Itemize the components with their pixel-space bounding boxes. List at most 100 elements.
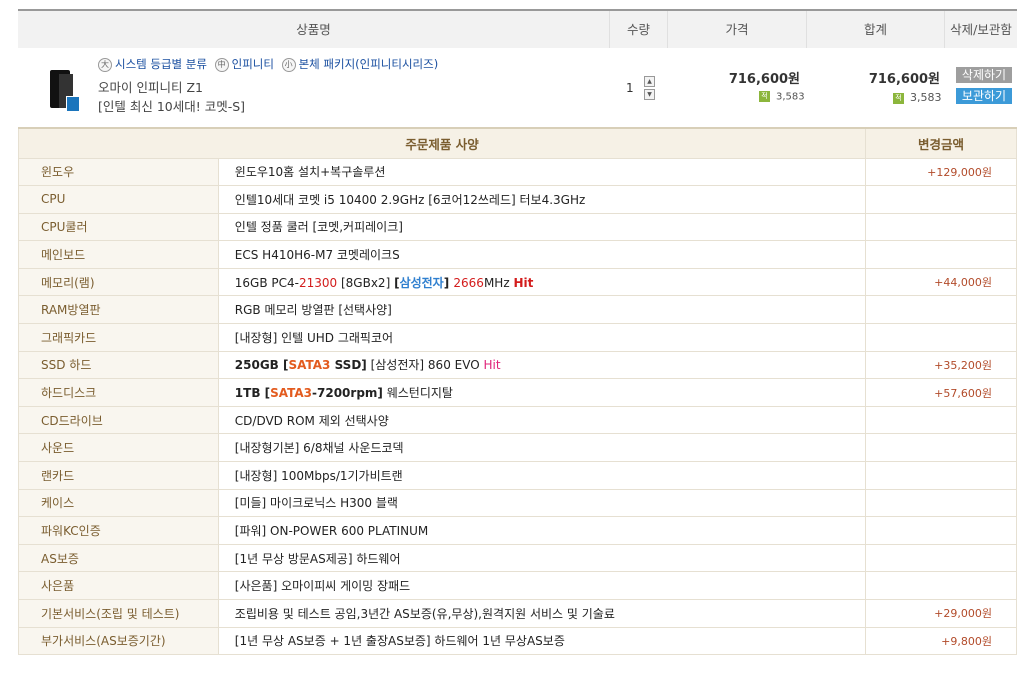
spec-label: 랜카드 bbox=[18, 461, 219, 490]
small-category-icon: 小 bbox=[281, 57, 296, 72]
quantity-value: 1 bbox=[626, 81, 634, 95]
delete-button[interactable]: 삭제하기 bbox=[956, 67, 1012, 83]
spec-row: 사운드 [내장형기본] 6/8채널 사운드코덱 bbox=[18, 433, 1017, 463]
spec-value: [사은품] 오마이피씨 게이밍 장패드 bbox=[217, 571, 867, 600]
spec-change-amount: +29,000원 bbox=[865, 599, 1017, 628]
save-to-wishlist-button[interactable]: 보관하기 bbox=[956, 88, 1012, 104]
spec-change-amount bbox=[865, 323, 1017, 352]
spec-value: 조립비용 및 테스트 공임,3년간 AS보증(유,무상),원격지원 서비스 및 … bbox=[217, 599, 867, 628]
spec-label: 파워KC인증 bbox=[18, 516, 219, 545]
spec-row: CPU 인텔10세대 코멧 i5 10400 2.9GHz [6코어12쓰레드] … bbox=[18, 185, 1017, 214]
spec-table-body: 윈도우 윈도우10홈 설치+복구솔루션 +129,000원 CPU 인텔10세대 코멧 … bbox=[18, 157, 1017, 656]
spec-value: [미들] 마이크로닉스 H300 블랙 bbox=[217, 488, 867, 518]
spec-value-part: -7200rpm] bbox=[312, 386, 383, 401]
spec-row: AS보증 [1년 무상 방문AS제공] 하드웨어 bbox=[18, 543, 1017, 573]
total-points-value: 3,583 bbox=[910, 91, 942, 104]
spec-change-amount: +129,000원 bbox=[865, 157, 1017, 187]
spec-value-part: 16GB PC4- bbox=[234, 275, 299, 290]
total-points: 적 3,583 bbox=[893, 91, 942, 104]
spec-value: 인텔 정품 쿨러 [코멧,커피레이크] bbox=[217, 212, 867, 242]
spec-row: 사은품 [사은품] 오마이피씨 게이밍 장패드 bbox=[18, 571, 1017, 600]
cart-header: 상품명 수량 가격 합계 삭제/보관함 bbox=[18, 9, 1017, 48]
category-link-infinity[interactable]: 인피니티 bbox=[232, 57, 274, 71]
spec-value-part: 삼성전자 bbox=[399, 275, 444, 290]
quantity-stepper[interactable]: ▲ ▼ bbox=[644, 76, 655, 102]
spec-value: [내장형] 100Mbps/1기가비트랜 bbox=[217, 461, 867, 490]
spec-row: 기본서비스(조립 및 테스트) 조립비용 및 테스트 공임,3년간 AS보증(유,… bbox=[18, 599, 1017, 628]
spec-label: 사은품 bbox=[18, 571, 219, 600]
spec-label: CPU bbox=[18, 185, 219, 214]
cart-product-row: 大 시스템 등급별 분류 中 인피니티 小 본체 패키지(인피니티시리즈) 오마이 인… bbox=[18, 48, 1017, 125]
spec-label: AS보증 bbox=[18, 543, 219, 573]
spec-row: 윈도우 윈도우10홈 설치+복구솔루션 +129,000원 bbox=[18, 157, 1017, 187]
spec-table-header: 주문제품 사양 변경금액 bbox=[17, 127, 1017, 159]
quantity-down-icon[interactable]: ▼ bbox=[644, 89, 655, 100]
spec-row: 랜카드 [내장형] 100Mbps/1기가비트랜 bbox=[18, 461, 1017, 490]
spec-label: SSD 하드 bbox=[18, 350, 219, 380]
spec-label: 메모리(램) bbox=[18, 267, 219, 297]
spec-value: [1년 무상 AS보증 + 1년 출장AS보증] 하드웨어 1년 무상AS보증 bbox=[217, 626, 867, 656]
header-quantity: 수량 bbox=[610, 11, 668, 48]
spec-change-amount bbox=[865, 461, 1017, 490]
spec-row: 메인보드 ECS H410H6-M7 코멧레이크S bbox=[18, 240, 1017, 269]
points-icon: 적 bbox=[759, 91, 770, 102]
spec-row: 하드디스크 1TB [SATA3-7200rpm] 웨스턴디지탈 +57,600원 bbox=[18, 378, 1017, 407]
price-points-value: 3,583 bbox=[776, 91, 805, 103]
spec-value: 16GB PC4-21300 [8GBx2] [삼성전자] 2666MHz Hi… bbox=[217, 267, 867, 297]
spec-change-amount: +44,000원 bbox=[865, 267, 1017, 297]
spec-header-change: 변경금액 bbox=[865, 127, 1017, 159]
header-actions: 삭제/보관함 bbox=[950, 22, 1012, 37]
price-points: 적 3,583 bbox=[759, 91, 805, 103]
spec-value-part: ] bbox=[443, 275, 454, 290]
spec-value: ECS H410H6-M7 코멧레이크S bbox=[217, 240, 867, 269]
category-link-grade[interactable]: 시스템 등급별 분류 bbox=[115, 57, 207, 71]
spec-label: 윈도우 bbox=[18, 157, 219, 187]
spec-row: 부가서비스(AS보증기간) [1년 무상 AS보증 + 1년 출장AS보증] 하드… bbox=[18, 626, 1017, 656]
spec-value: [파워] ON-POWER 600 PLATINUM bbox=[217, 516, 867, 545]
spec-row: CD드라이브 CD/DVD ROM 제외 선택사양 bbox=[18, 405, 1017, 435]
spec-change-amount bbox=[865, 185, 1017, 214]
spec-change-amount bbox=[865, 543, 1017, 573]
product-name[interactable]: 오마이 인피니티 Z1 bbox=[98, 77, 203, 96]
spec-label: 부가서비스(AS보증기간) bbox=[18, 626, 219, 656]
product-total: 716,600원 bbox=[868, 72, 940, 87]
spec-change-amount bbox=[865, 488, 1017, 518]
spec-change-amount bbox=[865, 516, 1017, 545]
spec-value: CD/DVD ROM 제외 선택사양 bbox=[217, 405, 867, 435]
category-link-package[interactable]: 본체 패키지(인피니티시리즈) bbox=[299, 57, 439, 71]
spec-label: 기본서비스(조립 및 테스트) bbox=[18, 599, 219, 628]
spec-value: 윈도우10홈 설치+복구솔루션 bbox=[217, 157, 867, 187]
spec-value: RGB 메모리 방열판 [선택사양] bbox=[217, 295, 867, 325]
product-price: 716,600원 bbox=[728, 72, 800, 87]
spec-row: CPU쿨러 인텔 정품 쿨러 [코멧,커피레이크] bbox=[18, 212, 1017, 242]
spec-value-part: 2666 bbox=[453, 275, 484, 290]
intel-badge-icon bbox=[66, 96, 80, 112]
spec-label: 메인보드 bbox=[18, 240, 219, 269]
spec-change-amount bbox=[865, 212, 1017, 242]
spec-value-part: 1TB [ bbox=[234, 386, 271, 401]
spec-value-part: Hit bbox=[513, 275, 534, 290]
spec-value-part: Hit bbox=[483, 358, 501, 373]
spec-change-amount bbox=[865, 433, 1017, 463]
spec-label: RAM방열판 bbox=[18, 295, 219, 325]
spec-value-part: [삼성전자] 860 EVO bbox=[366, 358, 484, 373]
spec-change-amount bbox=[865, 571, 1017, 600]
product-thumbnail[interactable] bbox=[50, 70, 80, 112]
spec-value-part: 250GB [ bbox=[234, 358, 289, 373]
spec-value-part: SATA3 bbox=[288, 358, 331, 373]
spec-header-title: 주문제품 사양 bbox=[17, 127, 867, 159]
spec-label: 하드디스크 bbox=[18, 378, 219, 407]
spec-row: RAM방열판 RGB 메모리 방열판 [선택사양] bbox=[18, 295, 1017, 325]
quantity-up-icon[interactable]: ▲ bbox=[644, 76, 655, 87]
spec-label: 케이스 bbox=[18, 488, 219, 518]
spec-row: 메모리(램) 16GB PC4-21300 [8GBx2] [삼성전자] 2666… bbox=[18, 267, 1017, 297]
spec-label: CPU쿨러 bbox=[18, 212, 219, 242]
spec-row: 그래픽카드 [내장형] 인텔 UHD 그래픽코어 bbox=[18, 323, 1017, 352]
spec-value-part: 21300 bbox=[298, 275, 338, 290]
order-spec-table: 주문제품 사양 변경금액 윈도우 윈도우10홈 설치+복구솔루션 +129,000원… bbox=[17, 127, 1017, 656]
points-icon: 적 bbox=[893, 92, 904, 104]
spec-change-amount bbox=[865, 405, 1017, 435]
product-category-tags: 大 시스템 등급별 분류 中 인피니티 小 본체 패키지(인피니티시리즈) bbox=[98, 56, 442, 72]
spec-row: SSD 하드 250GB [SATA3 SSD] [삼성전자] 860 EVO H… bbox=[18, 350, 1017, 380]
spec-value: 1TB [SATA3-7200rpm] 웨스턴디지탈 bbox=[217, 378, 867, 407]
